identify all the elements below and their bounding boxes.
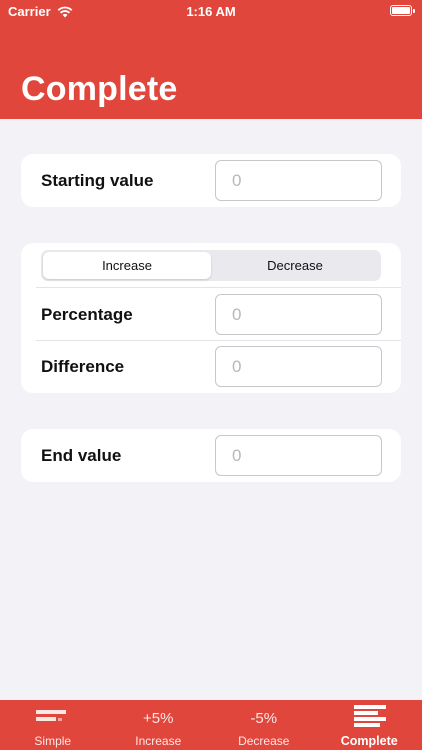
header: Carrier 1:16 AM Complete: [0, 0, 422, 119]
segment-decrease[interactable]: Decrease: [211, 252, 379, 279]
difference-label: Difference: [41, 356, 125, 376]
starting-value-card: Starting value 0: [21, 154, 401, 207]
tab-simple-label: Simple: [34, 734, 72, 748]
end-value-input[interactable]: 0: [215, 435, 382, 476]
page-title: Complete: [21, 70, 178, 108]
percentage-label: Percentage: [41, 304, 133, 324]
simple-bars-icon: [36, 710, 66, 721]
status-bar: Carrier 1:16 AM: [0, 0, 422, 24]
segment-increase[interactable]: Increase: [43, 252, 211, 279]
percentage-row: Percentage 0: [21, 288, 401, 341]
tab-complete[interactable]: Complete: [317, 700, 422, 750]
difference-input[interactable]: 0: [215, 346, 382, 387]
complete-list-icon: [353, 705, 386, 727]
end-value-row: End value 0: [21, 429, 401, 482]
battery-icon: [390, 5, 415, 16]
tab-decrease[interactable]: -5% Decrease: [211, 700, 317, 750]
increase-decrease-segmented-control[interactable]: Increase Decrease: [41, 250, 381, 281]
tab-bar: Simple +5% Increase -5% Decrease Complet…: [0, 700, 422, 750]
end-value-card: End value 0: [21, 429, 401, 482]
tab-decrease-label: Decrease: [238, 734, 290, 748]
end-value-label: End value: [41, 445, 122, 465]
change-card: Increase Decrease Percentage 0 Differenc…: [21, 243, 401, 393]
plus-five-percent-icon: +5%: [143, 710, 174, 727]
tab-complete-label: Complete: [340, 734, 398, 748]
difference-row: Difference 0: [21, 340, 401, 393]
tab-increase[interactable]: +5% Increase: [106, 700, 212, 750]
tab-simple[interactable]: Simple: [0, 700, 106, 750]
starting-value-label: Starting value: [41, 170, 154, 190]
percentage-input[interactable]: 0: [215, 294, 382, 335]
status-time: 1:16 AM: [186, 4, 236, 19]
starting-value-input[interactable]: 0: [215, 160, 382, 201]
tab-increase-label: Increase: [135, 734, 182, 748]
starting-value-row: Starting value 0: [21, 154, 401, 207]
minus-five-percent-icon: -5%: [250, 710, 278, 727]
